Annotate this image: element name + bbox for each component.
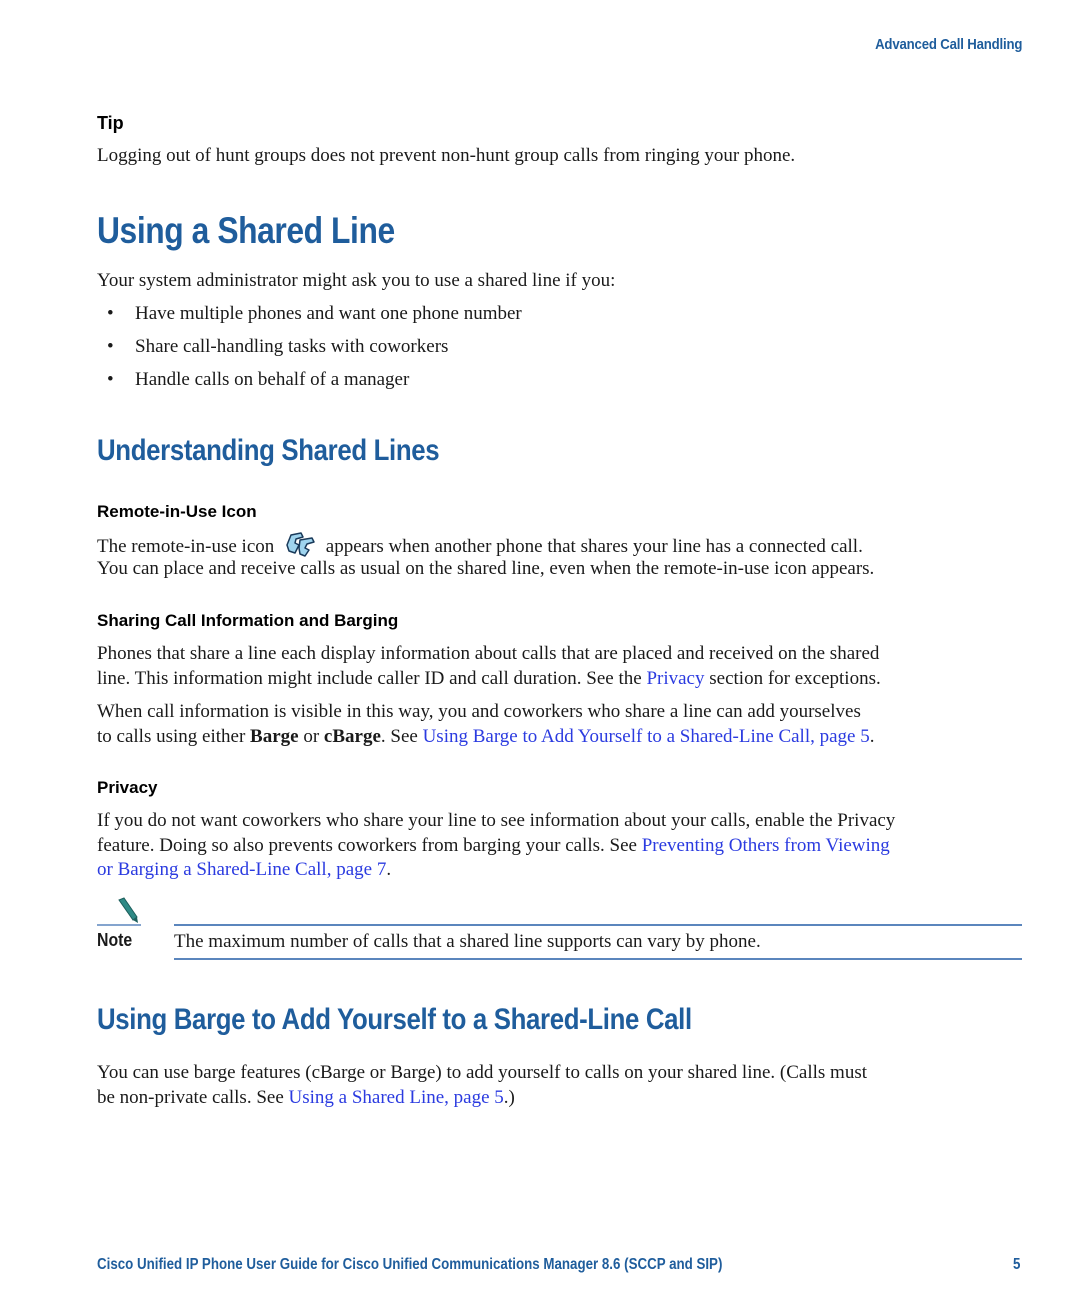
sharing-info-p1-line2: line. This information might include cal… bbox=[97, 666, 881, 691]
tip-label: Tip bbox=[97, 113, 124, 133]
bullet-glyph: • bbox=[107, 369, 114, 390]
note-text: The maximum number of calls that a share… bbox=[174, 931, 761, 952]
text: section for exceptions. bbox=[704, 668, 881, 689]
preventing-others-link[interactable]: Preventing Others from Viewing bbox=[642, 835, 890, 856]
sharing-info-heading: Sharing Call Information and Barging bbox=[97, 611, 399, 630]
sharing-info-p2-line1: When call information is visible in this… bbox=[97, 701, 861, 722]
text: . See bbox=[380, 726, 423, 747]
text: or bbox=[298, 726, 324, 747]
note-top-rule bbox=[174, 924, 1022, 926]
privacy-line1: If you do not want coworkers who share y… bbox=[97, 810, 896, 831]
privacy-line2: feature. Doing so also prevents coworker… bbox=[97, 833, 890, 858]
footer-title: Cisco Unified IP Phone User Guide for Ci… bbox=[97, 1256, 723, 1273]
bullet-text: Share call-handling tasks with coworkers bbox=[135, 336, 449, 357]
privacy-line3: or Barging a Shared-Line Call, page 7. bbox=[97, 857, 391, 882]
understanding-heading: Understanding Shared Lines bbox=[97, 434, 440, 467]
bullet-text: Handle calls on behalf of a manager bbox=[135, 369, 410, 390]
preventing-others-link-cont[interactable]: or Barging a Shared-Line Call, page 7 bbox=[97, 859, 386, 880]
bullet-glyph: • bbox=[107, 303, 114, 324]
cbarge-term: cBarge bbox=[323, 726, 381, 747]
shared-line-intro: Your system administrator might ask you … bbox=[97, 270, 616, 291]
note-label: Note bbox=[97, 930, 133, 950]
bullet-glyph: • bbox=[107, 336, 114, 357]
tip-text: Logging out of hunt groups does not prev… bbox=[97, 145, 796, 166]
bullet-text: Have multiple phones and want one phone … bbox=[135, 303, 522, 324]
note-bottom-rule bbox=[174, 958, 1022, 960]
text: be non-private calls. See bbox=[97, 1087, 289, 1108]
text: . bbox=[869, 726, 875, 747]
text: line. This information might include cal… bbox=[97, 668, 647, 689]
remote-in-use-line1: The remote-in-use icon appears when anot… bbox=[97, 531, 863, 559]
page-title: Using a Shared Line bbox=[97, 210, 395, 251]
sharing-info-p2-line2: to calls using either Barge or cBarge. S… bbox=[97, 724, 874, 749]
using-shared-line-link[interactable]: Using a Shared Line, page 5 bbox=[289, 1087, 504, 1108]
text: feature. Doing so also prevents coworker… bbox=[97, 835, 642, 856]
text: .) bbox=[503, 1087, 515, 1108]
page-number: 5 bbox=[1013, 1256, 1021, 1273]
privacy-link[interactable]: Privacy bbox=[646, 668, 704, 689]
text: to calls using either bbox=[97, 726, 251, 747]
sharing-info-p1-line1: Phones that share a line each display in… bbox=[97, 643, 880, 664]
barge-term: Barge bbox=[250, 726, 299, 747]
remote-in-use-line2: You can place and receive calls as usual… bbox=[97, 558, 875, 579]
remote-in-use-text-before: The remote-in-use icon bbox=[97, 536, 275, 557]
barge-heading: Using Barge to Add Yourself to a Shared-… bbox=[97, 1003, 692, 1036]
remote-in-use-phone-icon bbox=[283, 531, 317, 557]
using-barge-link[interactable]: Using Barge to Add Yourself to a Shared-… bbox=[423, 726, 870, 747]
pencil-icon bbox=[97, 897, 141, 927]
running-header: Advanced Call Handling bbox=[874, 36, 1022, 53]
remote-in-use-text-after: appears when another phone that shares y… bbox=[325, 536, 863, 557]
barge-line2: be non-private calls. See Using a Shared… bbox=[97, 1085, 515, 1110]
remote-in-use-heading: Remote-in-Use Icon bbox=[97, 502, 257, 521]
text: . bbox=[386, 859, 392, 880]
barge-line1: You can use barge features (cBarge or Ba… bbox=[97, 1062, 868, 1083]
privacy-heading: Privacy bbox=[97, 778, 158, 797]
